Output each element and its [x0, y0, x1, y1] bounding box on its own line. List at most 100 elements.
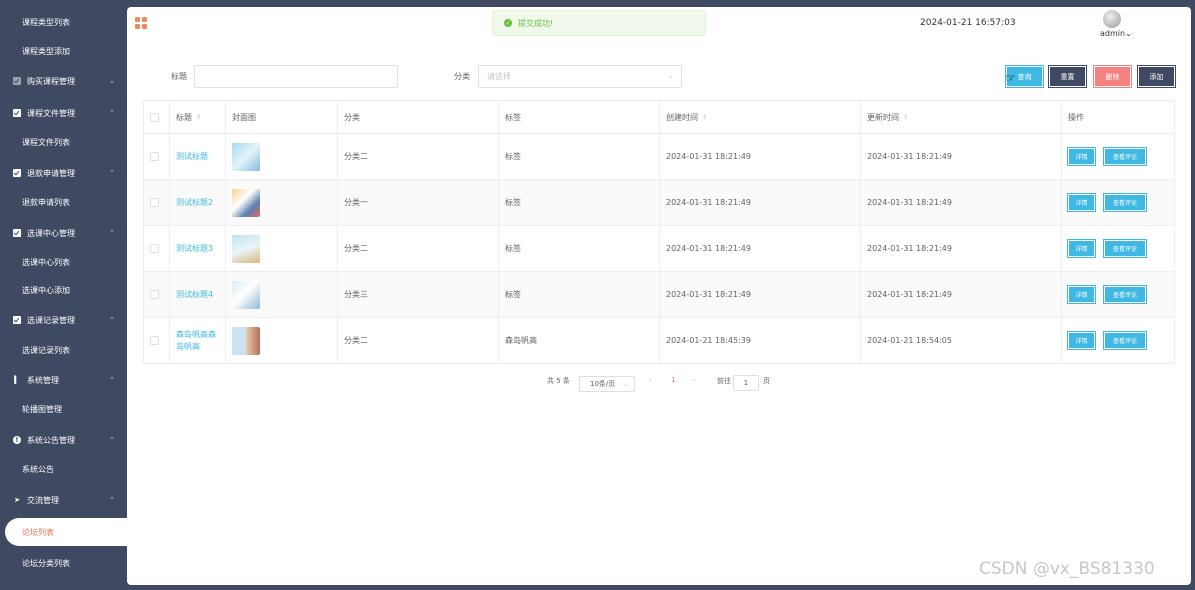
- sidebar-group-notice[interactable]: ! 系统公告管理 ⌃: [0, 426, 127, 454]
- goto-page-input[interactable]: 1: [733, 375, 759, 391]
- view-comments-button[interactable]: 查看评论: [1103, 147, 1147, 166]
- title-search-input[interactable]: [194, 65, 398, 88]
- column-header-updated[interactable]: 更新时间 ⇕: [861, 101, 1062, 133]
- column-header-label: 创建时间: [666, 112, 698, 122]
- sidebar-item-course-center-add[interactable]: 选课中心添加: [0, 276, 127, 304]
- cover-cell: [226, 272, 338, 317]
- column-header-title[interactable]: 标题 ⇕: [170, 101, 226, 133]
- delete-button[interactable]: 删除: [1093, 65, 1132, 88]
- reset-button[interactable]: 重置: [1048, 65, 1087, 88]
- sidebar-item-label: 选课中心添加: [22, 285, 70, 295]
- sidebar-item-course-type-add[interactable]: 课程类型添加: [0, 37, 127, 65]
- sidebar-group-refund[interactable]: 退款申请管理 ⌃: [0, 159, 127, 187]
- chevron-up-icon: ⌃: [109, 169, 115, 177]
- sidebar-item-label: 论坛列表: [22, 527, 54, 537]
- page-number-active[interactable]: 1: [671, 376, 675, 384]
- updated-cell: 2024-01-31 18:21:49: [861, 226, 1062, 271]
- sidebar-item-label: 系统公告: [22, 464, 54, 474]
- next-page-icon[interactable]: ›: [693, 376, 696, 384]
- sidebar-group-label: 选课记录管理: [27, 315, 75, 325]
- sidebar-group-course-record[interactable]: 选课记录管理 ⌃: [0, 306, 127, 334]
- tag-value: 森岛帆高: [505, 336, 537, 345]
- column-header-label: 操作: [1068, 112, 1084, 122]
- view-comments-button[interactable]: 查看评论: [1103, 331, 1147, 350]
- detail-button[interactable]: 详情: [1067, 239, 1096, 258]
- cover-image: [232, 326, 260, 355]
- hand-cursor-icon: ☞: [1005, 71, 1016, 85]
- sidebar-item-course-record-list[interactable]: 选课记录列表: [0, 336, 127, 364]
- title-link[interactable]: 森岛帆高森岛帆高: [176, 329, 220, 353]
- cover-image: [232, 142, 260, 171]
- checkbox-icon: [13, 169, 21, 177]
- title-link[interactable]: 测试标题3: [176, 243, 213, 255]
- view-comments-button[interactable]: 查看评论: [1103, 239, 1147, 258]
- tag-value: 标签: [505, 290, 521, 299]
- page-suffix-label: 页: [763, 377, 770, 385]
- sidebar-item-forum-list[interactable]: 论坛列表: [5, 518, 127, 546]
- table-header-row: 标题 ⇕ 封面图 分类 标签 创建时间 ⇕ 更新时间 ⇕ 操作: [143, 101, 1175, 134]
- pagination-total: 共 5 条: [547, 377, 570, 385]
- tag-cell: 标签: [499, 134, 660, 179]
- sidebar-item-refund-list[interactable]: 退款申请列表: [0, 188, 127, 216]
- title-link[interactable]: 测试标题: [176, 151, 208, 163]
- row-checkbox[interactable]: [150, 244, 159, 253]
- goto-label: 前往: [717, 377, 731, 385]
- row-checkbox[interactable]: [150, 198, 159, 207]
- row-select-cell: [143, 134, 170, 179]
- category-filter-label: 分类: [454, 72, 470, 81]
- detail-button[interactable]: 详情: [1067, 285, 1096, 304]
- page-size-select[interactable]: 10条/页 ⌄: [579, 376, 635, 392]
- detail-button[interactable]: 详情: [1067, 147, 1096, 166]
- sort-icon[interactable]: ⇕: [702, 114, 707, 121]
- sidebar-group-course-center[interactable]: 选课中心管理 ⌃: [0, 219, 127, 247]
- chevron-down-icon: ⌄: [1125, 29, 1132, 38]
- row-checkbox[interactable]: [150, 152, 159, 161]
- created-value: 2024-01-31 18:21:49: [666, 290, 751, 299]
- created-cell: 2024-01-31 18:21:49: [660, 226, 861, 271]
- sidebar-group-label: 系统管理: [27, 375, 59, 385]
- user-menu[interactable]: admin⌄: [1100, 29, 1132, 38]
- sidebar-group-purchase[interactable]: 购买课程管理 ⌄: [0, 67, 127, 95]
- sidebar-item-course-type-list[interactable]: 课程类型列表: [0, 8, 127, 36]
- category-cell: 分类三: [338, 272, 499, 317]
- main-panel: ✓ 提交成功! 2024-01-21 16:57:03 admin⌄ 标题 分类…: [127, 7, 1191, 585]
- table-row: 测试标题4 分类三 标签 2024-01-31 18:21:49 2024-01…: [143, 272, 1175, 318]
- sort-icon[interactable]: ⇕: [903, 114, 908, 121]
- sidebar-group-communication[interactable]: ➤ 交流管理 ⌃: [0, 486, 127, 514]
- detail-button[interactable]: 详情: [1067, 193, 1096, 212]
- add-button[interactable]: 添加: [1137, 65, 1176, 88]
- menu-grid-icon[interactable]: [135, 17, 147, 29]
- created-cell: 2024-01-31 18:21:49: [660, 272, 861, 317]
- sidebar-group-label: 选课中心管理: [27, 228, 75, 238]
- created-cell: 2024-01-21 18:45:39: [660, 318, 861, 363]
- column-header-label: 更新时间: [867, 112, 899, 122]
- sidebar-item-course-center-list[interactable]: 选课中心列表: [0, 248, 127, 276]
- checkbox-icon: [13, 316, 21, 324]
- sidebar-item-carousel[interactable]: 轮播图管理: [0, 395, 127, 423]
- detail-button[interactable]: 详情: [1067, 331, 1096, 350]
- view-comments-button[interactable]: 查看评论: [1103, 193, 1147, 212]
- category-cell: 分类二: [338, 226, 499, 271]
- sidebar-group-system[interactable]: ▍ 系统管理 ⌃: [0, 366, 127, 394]
- title-link[interactable]: 测试标题4: [176, 289, 213, 301]
- column-header-created[interactable]: 创建时间 ⇕: [660, 101, 861, 133]
- sidebar-item-forum-category-list[interactable]: 论坛分类列表: [0, 549, 127, 577]
- sidebar-group-label: 购买课程管理: [27, 76, 75, 86]
- column-header-label: 标签: [505, 112, 521, 122]
- row-checkbox[interactable]: [150, 336, 159, 345]
- title-link[interactable]: 测试标题2: [176, 197, 213, 209]
- sidebar-group-course-file[interactable]: 课程文件管理 ⌃: [0, 99, 127, 127]
- row-checkbox[interactable]: [150, 290, 159, 299]
- column-header-label: 封面图: [232, 112, 256, 122]
- sidebar-item-course-file-list[interactable]: 课程文件列表: [0, 128, 127, 156]
- prev-page-icon[interactable]: ‹: [649, 376, 652, 384]
- avatar[interactable]: [1103, 10, 1121, 28]
- category-select[interactable]: 请选择 ⌄: [478, 65, 682, 88]
- sidebar-item-notice[interactable]: 系统公告: [0, 455, 127, 483]
- cover-image: [232, 234, 260, 263]
- select-all-checkbox[interactable]: [150, 112, 159, 122]
- created-value: 2024-01-21 18:45:39: [666, 336, 751, 345]
- chevron-up-icon: ⌃: [109, 496, 115, 504]
- sort-icon[interactable]: ⇕: [196, 114, 201, 121]
- view-comments-button[interactable]: 查看评论: [1103, 285, 1147, 304]
